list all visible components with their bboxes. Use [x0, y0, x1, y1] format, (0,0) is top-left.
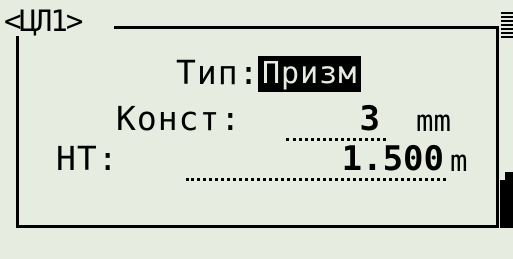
ht-label: HT: — [56, 139, 119, 178]
const-label: Конст: — [116, 99, 242, 138]
type-label: Тип: — [176, 53, 260, 92]
dialog-frame-top — [114, 26, 499, 29]
scrollbar-top-indicator — [501, 10, 513, 38]
dialog-title: <ЦЛ1> — [4, 4, 83, 38]
dialog-frame-bottom — [16, 225, 499, 228]
instrument-screen: <ЦЛ1> Тип: Призм Конст: 3 mm HT: 1.500 m — [0, 0, 513, 259]
scrollbar-thumb[interactable] — [500, 180, 513, 228]
dialog-frame-right — [496, 26, 499, 228]
type-selector[interactable]: Призм — [258, 56, 362, 92]
const-unit: mm — [416, 104, 451, 138]
ht-input[interactable]: 1.500 — [186, 140, 444, 178]
const-input[interactable]: 3 — [286, 100, 380, 138]
dialog-frame-left — [16, 26, 19, 228]
ht-unit: m — [450, 144, 468, 178]
